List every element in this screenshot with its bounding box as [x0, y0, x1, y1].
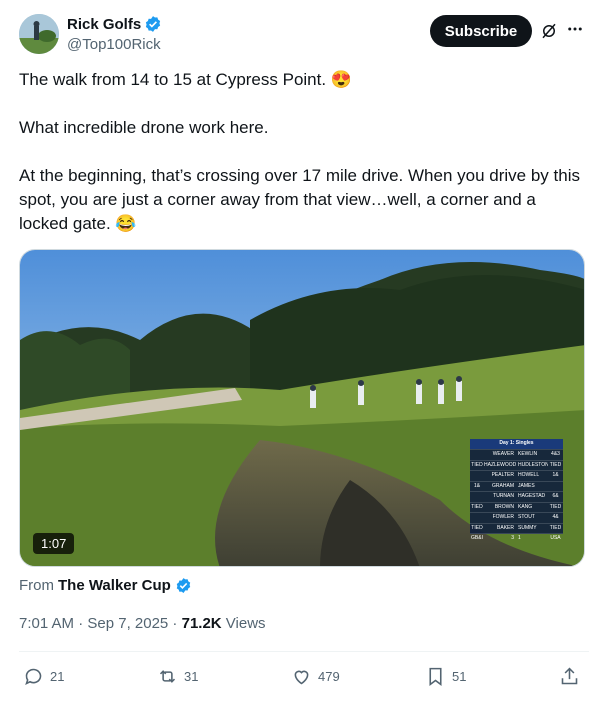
scoreboard-right-player: HOWELL: [518, 472, 540, 478]
scoreboard: Day 1: Singles WEAVER KEWLIN 4&3 TIED HAZLEW…: [470, 439, 563, 544]
scoreboard-left-player: WEAVER: [492, 451, 514, 457]
reply-count: 21: [50, 668, 65, 684]
source-prefix: From: [19, 577, 54, 594]
scoreboard-right-player: JAMES: [518, 482, 535, 489]
scoreboard-left-player: FOWLER: [492, 514, 514, 520]
scoreboard-left-score: [470, 471, 484, 481]
scoreboard-left-score: [470, 492, 484, 502]
scoreboard-title: Day 1: Singles: [499, 440, 534, 446]
views-count: 71.2K: [181, 615, 222, 632]
scoreboard-right-player: KEWLIN: [518, 451, 538, 457]
scoreboard-left-score: [470, 450, 484, 460]
scoreboard-left-player: BAKER: [497, 524, 514, 531]
scoreboard-row: TURNAN HAGESTAD 6&: [470, 491, 563, 502]
source-attribution: From The Walker Cup: [19, 577, 192, 594]
scoreboard-right-score: 6&: [552, 493, 559, 499]
scoreboard-row: PEALTER HOWELL 1&: [470, 470, 563, 481]
scoreboard-right-player: KANG: [518, 503, 533, 510]
scoreboard-row: 1& GRAHAM JAMES: [470, 480, 563, 492]
scoreboard-left-player: PEALTER: [491, 472, 514, 478]
scoreboard-right-player: HUDLESTON: [518, 461, 548, 468]
scoreboard-left-player: TURNAN: [493, 493, 514, 499]
scoreboard-row: GB&I 3 1 USA: [470, 533, 563, 544]
repost-icon: [159, 669, 176, 683]
author-name[interactable]: Rick Golfs: [67, 16, 141, 33]
tweet-timestamp[interactable]: 7:01 AM · Sep 7, 2025 ·: [19, 615, 182, 632]
scoreboard-row: TIED BROWN KANG TIED: [470, 501, 563, 513]
reply-icon: [25, 668, 42, 685]
scoreboard-row: WEAVER KEWLIN 4&3: [470, 449, 563, 460]
scoreboard-left-score: TIED: [471, 524, 483, 531]
tweet-paragraph: At the beginning, that’s crossing over 1…: [19, 166, 580, 233]
video-player[interactable]: Day 1: Singles WEAVER KEWLIN 4&3 TIED HAZLEW…: [19, 249, 585, 567]
bookmark-button[interactable]: 51: [425, 662, 466, 690]
scoreboard-right-player: HAGESTAD: [518, 493, 546, 499]
avatar[interactable]: [19, 14, 59, 54]
scoreboard-row: TIED BAKER SUMMY TIED: [470, 522, 563, 534]
views-label: Views: [221, 615, 266, 632]
action-bar: 21 31 479 51: [19, 662, 589, 690]
scoreboard-right-score: 4&: [552, 514, 559, 520]
scoreboard-left-score: [470, 513, 484, 523]
scoreboard-left-player: GRAHAM: [492, 482, 514, 489]
divider: [19, 651, 589, 652]
author-name-row[interactable]: Rick Golfs: [67, 15, 162, 33]
heart-icon: [294, 670, 309, 684]
scoreboard-right-score: [548, 482, 563, 492]
video-duration: 1:07: [33, 533, 75, 554]
share-icon: [561, 667, 578, 684]
tweet-paragraph: What incredible drone work here.: [19, 118, 269, 137]
scoreboard-left-score: TIED: [471, 503, 483, 510]
share-button[interactable]: [559, 662, 580, 690]
source-name[interactable]: The Walker Cup: [58, 577, 171, 594]
scoreboard-right-score: TIED: [549, 503, 562, 510]
scoreboard-right-player: 1: [518, 535, 521, 541]
tweet-paragraph: The walk from 14 to 15 at Cypress Point.…: [19, 70, 352, 89]
verified-badge-icon: [176, 578, 191, 593]
scoreboard-left-player: 3: [511, 535, 514, 541]
like-count: 479: [318, 668, 340, 684]
scoreboard-left-player: BROWN: [494, 503, 514, 510]
scoreboard-left-player: HAZLEWOOD: [484, 461, 516, 468]
scoreboard-right-score: TIED: [549, 461, 562, 468]
verified-badge-icon: [146, 16, 161, 32]
repost-button[interactable]: 31: [157, 662, 198, 690]
bookmark-icon: [429, 667, 442, 686]
scoreboard-right-player: SUMMY: [518, 524, 537, 531]
more-options-icon[interactable]: [566, 20, 584, 38]
scoreboard-right-score: 4&3: [551, 451, 560, 457]
scoreboard-right-score: 1&: [552, 472, 559, 478]
scoreboard-right-score: USA: [550, 535, 561, 541]
reply-button[interactable]: 21: [23, 662, 64, 690]
repost-count: 31: [184, 668, 199, 684]
scoreboard-row: FOWLER STOUT 4&: [470, 512, 563, 523]
grok-icon[interactable]: [540, 22, 558, 40]
bookmark-count: 51: [452, 668, 467, 684]
scoreboard-row: TIED HAZLEWOOD HUDLESTON TIED: [470, 459, 563, 471]
scoreboard-left-score: GB&I: [471, 535, 483, 541]
subscribe-button[interactable]: Subscribe: [430, 15, 532, 47]
tweet-meta: 7:01 AM · Sep 7, 2025 · 71.2K Views: [19, 615, 266, 632]
scoreboard-left-score: 1&: [473, 482, 481, 489]
author-handle[interactable]: @Top100Rick: [67, 36, 161, 53]
scoreboard-right-score: TIED: [549, 524, 562, 531]
like-button[interactable]: 479: [291, 662, 340, 690]
scoreboard-left-score: TIED: [471, 461, 483, 468]
tweet-text: The walk from 14 to 15 at Cypress Point.…: [19, 68, 589, 236]
scoreboard-right-player: STOUT: [518, 514, 535, 520]
